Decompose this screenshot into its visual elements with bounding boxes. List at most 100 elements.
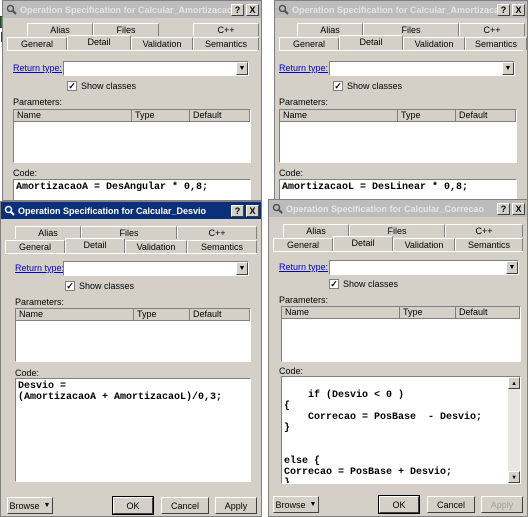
code-label: Code: — [13, 168, 38, 178]
column-default[interactable]: Default — [190, 309, 250, 321]
column-name[interactable]: Name — [280, 110, 398, 122]
operation-dialog-amortizacaol: Operation Specification for Calcular_Amo… — [274, 0, 528, 201]
column-default[interactable]: Default — [190, 110, 250, 122]
scroll-up-icon[interactable]: ▲ — [508, 377, 520, 389]
show-classes-checkbox[interactable]: ✓ — [329, 279, 339, 289]
tab-general[interactable]: General — [273, 238, 333, 251]
ok-button[interactable]: OK — [112, 496, 154, 515]
tab-cpp[interactable]: C++ — [193, 23, 259, 36]
tab-validation[interactable]: Validation — [403, 37, 465, 50]
operation-dialog-amortizacaoa: Operation Specification for Calcular_Amo… — [2, 0, 262, 201]
return-type-combo[interactable]: ▼ — [329, 260, 519, 275]
browse-button[interactable]: Browse ▼ — [7, 497, 53, 514]
show-classes-label: Show classes — [343, 279, 399, 289]
close-button[interactable]: X — [246, 3, 259, 16]
parameters-table[interactable]: Name Type Default — [281, 306, 521, 362]
return-type-combo[interactable]: ▼ — [63, 261, 249, 276]
return-type-link[interactable]: Return type: — [13, 63, 62, 73]
close-button[interactable]: X — [512, 202, 525, 215]
return-type-combo[interactable]: ▼ — [63, 61, 249, 76]
code-editor[interactable]: Desvio = (AmortizacaoA + AmortizacaoL)/0… — [15, 378, 251, 482]
tab-detail[interactable]: Detail — [65, 238, 125, 253]
tab-cpp[interactable]: C++ — [177, 226, 257, 239]
help-button[interactable]: ? — [497, 3, 510, 16]
tab-semantics[interactable]: Semantics — [187, 240, 257, 253]
tab-general[interactable]: General — [279, 37, 339, 50]
tab-general[interactable]: General — [7, 37, 67, 50]
browse-label: Browse — [9, 500, 40, 511]
dialog-title-bar[interactable]: Operation Specification for Calcular_Cor… — [269, 200, 527, 217]
code-label: Code: — [279, 168, 304, 178]
column-name[interactable]: Name — [16, 309, 134, 321]
magnifier-icon — [4, 205, 15, 216]
help-button[interactable]: ? — [231, 204, 244, 217]
show-classes-checkbox[interactable]: ✓ — [67, 81, 77, 91]
chevron-down-icon: ▼ — [43, 502, 51, 509]
parameters-table[interactable]: Name Type Default — [279, 109, 517, 163]
help-button[interactable]: ? — [231, 3, 244, 16]
tab-general[interactable]: General — [5, 240, 65, 253]
cancel-button[interactable]: Cancel — [161, 497, 209, 514]
column-name[interactable]: Name — [14, 110, 132, 122]
parameters-label: Parameters: — [279, 295, 329, 305]
chevron-down-icon[interactable]: ▼ — [502, 62, 514, 75]
browse-button[interactable]: Browse ▼ — [273, 496, 319, 513]
code-editor[interactable]: AmortizacaoA = DesAngular * 0,8; — [13, 179, 251, 200]
tab-detail[interactable]: Detail — [67, 35, 131, 50]
apply-button[interactable]: Apply — [481, 496, 523, 513]
tab-validation[interactable]: Validation — [393, 238, 455, 251]
tab-detail[interactable]: Detail — [339, 35, 403, 50]
return-type-link[interactable]: Return type: — [279, 262, 328, 272]
column-type[interactable]: Type — [398, 110, 456, 122]
cancel-button[interactable]: Cancel — [427, 496, 475, 513]
ok-button[interactable]: OK — [378, 495, 420, 514]
code-editor[interactable]: if (Desvio < 0 ) { Correcao = PosBase - … — [281, 376, 521, 484]
dialog-title: Operation Specification for Calcular_Amo… — [292, 4, 497, 15]
show-classes-checkbox[interactable]: ✓ — [333, 81, 343, 91]
dialog-title-bar[interactable]: Operation Specification for Calcular_Amo… — [3, 1, 261, 18]
return-type-link[interactable]: Return type: — [15, 263, 64, 273]
column-type[interactable]: Type — [132, 110, 190, 122]
parameters-table[interactable]: Name Type Default — [15, 308, 251, 362]
magnifier-icon — [272, 203, 283, 214]
scroll-down-icon[interactable]: ▼ — [508, 471, 520, 483]
return-type-combo[interactable]: ▼ — [329, 61, 515, 76]
code-scrollbar[interactable]: ▲ ▼ — [508, 377, 520, 483]
tab-validation[interactable]: Validation — [131, 37, 193, 50]
column-name[interactable]: Name — [282, 307, 400, 319]
code-label: Code: — [279, 366, 304, 376]
parameters-table[interactable]: Name Type Default — [13, 109, 251, 163]
column-type[interactable]: Type — [400, 307, 456, 319]
tab-detail[interactable]: Detail — [333, 236, 393, 251]
dialog-title-bar[interactable]: Operation Specification for Calcular_Amo… — [275, 1, 527, 18]
code-editor[interactable]: AmortizacaoL = DesLinear * 0,8; — [279, 179, 517, 200]
column-type[interactable]: Type — [134, 309, 190, 321]
tab-validation[interactable]: Validation — [125, 240, 187, 253]
dialog-title: Operation Specification for Calcular_Amo… — [20, 4, 231, 15]
chevron-down-icon[interactable]: ▼ — [506, 261, 518, 274]
close-button[interactable]: X — [512, 3, 525, 16]
column-default[interactable]: Default — [456, 307, 520, 319]
tab-cpp[interactable]: C++ — [445, 224, 523, 237]
apply-button[interactable]: Apply — [215, 497, 257, 514]
help-button[interactable]: ? — [497, 202, 510, 215]
chevron-down-icon[interactable]: ▼ — [236, 62, 248, 75]
column-default[interactable]: Default — [456, 110, 516, 122]
show-classes-label: Show classes — [347, 81, 403, 91]
dialog-title: Operation Specification for Calcular_Des… — [18, 205, 207, 216]
show-classes-label: Show classes — [79, 281, 135, 291]
show-classes-checkbox[interactable]: ✓ — [65, 281, 75, 291]
chevron-down-icon[interactable]: ▼ — [236, 262, 248, 275]
tab-semantics[interactable]: Semantics — [455, 238, 523, 251]
chevron-down-icon: ▼ — [309, 501, 317, 508]
close-button[interactable]: X — [246, 204, 259, 217]
tab-cpp[interactable]: C++ — [459, 23, 525, 36]
tab-semantics[interactable]: Semantics — [193, 37, 259, 50]
parameters-label: Parameters: — [15, 297, 65, 307]
code-text: if (Desvio < 0 ) { Correcao = PosBase - … — [284, 390, 483, 484]
parameters-label: Parameters: — [13, 97, 63, 107]
dialog-title-bar[interactable]: Operation Specification for Calcular_Des… — [1, 202, 261, 219]
return-type-link[interactable]: Return type: — [279, 63, 328, 73]
dialog-title: Operation Specification for Calcular_Cor… — [286, 203, 485, 214]
tab-semantics[interactable]: Semantics — [465, 37, 527, 50]
